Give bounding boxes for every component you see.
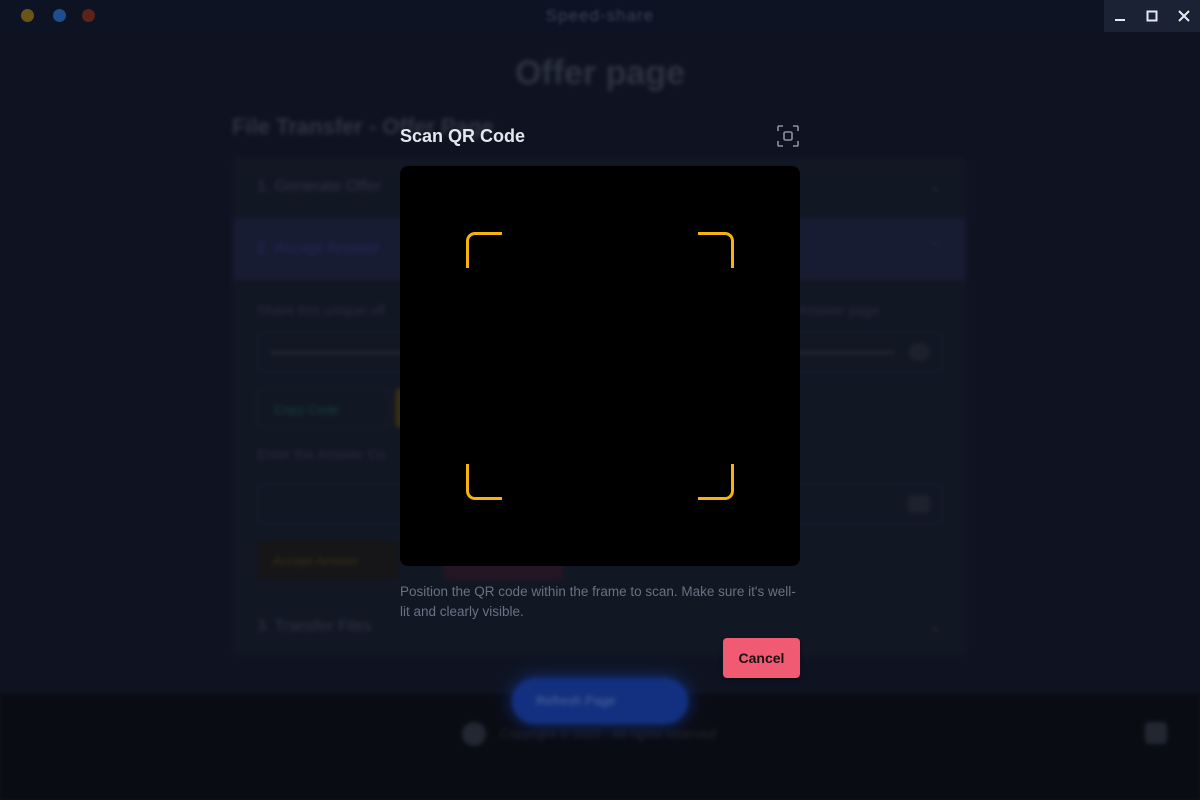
maximize-button[interactable]: [1136, 0, 1168, 32]
frame-corner-top-right: [698, 232, 734, 268]
close-icon: [1178, 10, 1190, 22]
maximize-icon: [1146, 10, 1158, 22]
window-controls: [1104, 0, 1200, 32]
app-title: Speed-share: [545, 6, 655, 25]
scan-qr-icon: [777, 125, 799, 147]
frame-corner-bottom-left: [466, 464, 502, 500]
modal-title: Scan QR Code: [400, 126, 526, 146]
frame-corner-top-left: [466, 232, 502, 268]
cancel-button[interactable]: Cancel: [723, 638, 800, 678]
minimize-button[interactable]: [1104, 0, 1136, 32]
frame-corner-bottom-right: [698, 464, 734, 500]
close-button[interactable]: [1168, 0, 1200, 32]
minimize-icon: [1115, 19, 1125, 21]
title-bar: Speed-share: [0, 0, 1200, 32]
camera-viewport: [400, 166, 800, 566]
scan-instructions: Position the QR code within the frame to…: [400, 584, 796, 619]
